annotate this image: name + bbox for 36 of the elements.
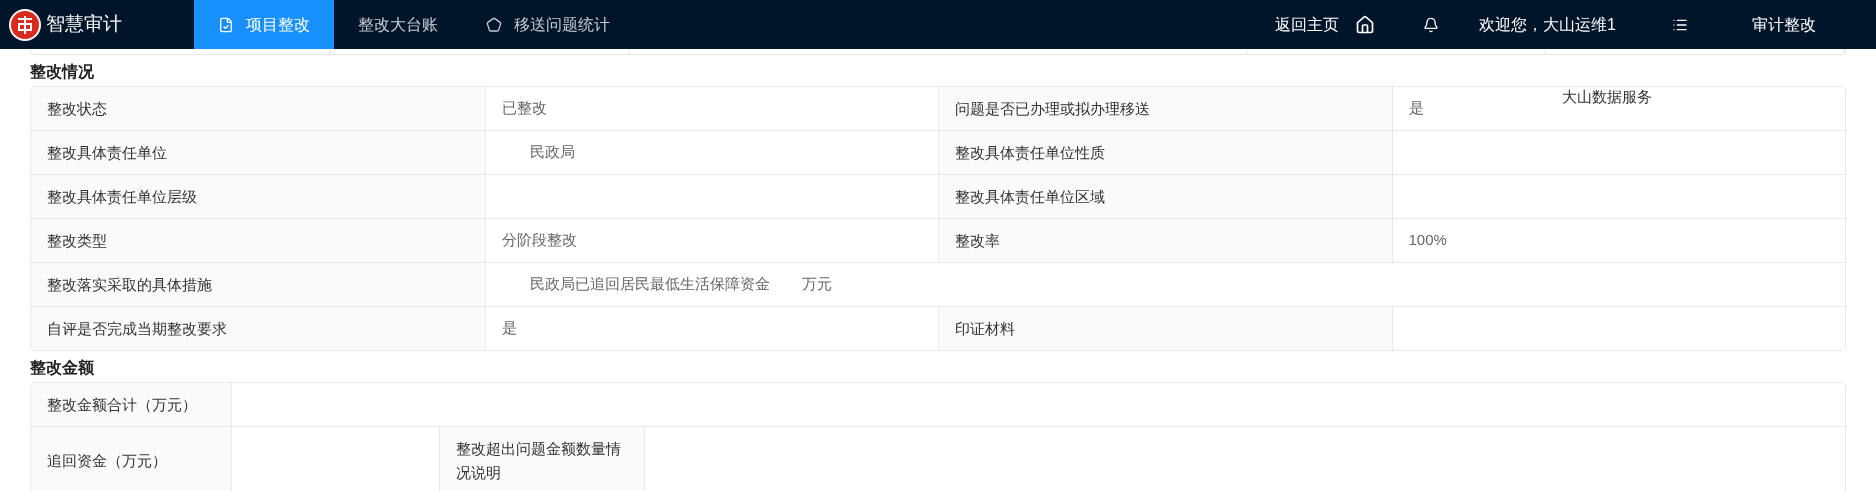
field-label: 整改状态 <box>47 98 107 119</box>
home-link[interactable]: 返回主页 <box>1275 12 1376 37</box>
field-label: 整改落实采取的具体措施 <box>47 274 212 295</box>
nav-tab[interactable]: 移送问题统计 <box>462 0 634 49</box>
brand-name: 智慧审计 <box>46 12 122 37</box>
field-label: 整改具体责任单位性质 <box>955 142 1105 163</box>
field-value: 民政局已追回居民最低生活保障资金 <box>529 274 770 295</box>
field-value: 100% <box>1408 230 1447 251</box>
section-title: 整改情况 <box>30 62 95 82</box>
field-value: 是 <box>501 318 517 339</box>
field-label: 印证材料 <box>955 318 1015 339</box>
user-greeting: 欢迎您，大山运维1 <box>1479 14 1616 35</box>
document-icon <box>218 16 234 33</box>
module-button[interactable]: 审计整改 <box>1752 12 1816 37</box>
field-label: 问题是否已办理或拟办理移送 <box>955 98 1150 119</box>
logo-icon <box>8 7 42 42</box>
home-icon <box>1355 14 1376 35</box>
pentagon-icon <box>486 16 502 33</box>
nav-tab[interactable]: 整改大台账 <box>334 0 462 49</box>
field-label: 整改具体责任单位层级 <box>47 186 197 207</box>
field-label: 整改类型 <box>47 230 107 251</box>
field-value: 已整改 <box>501 98 547 119</box>
field-label: 整改率 <box>955 230 1000 251</box>
field-label: 自评是否完成当期整改要求 <box>47 318 227 339</box>
field-label: 整改具体责任单位 <box>47 142 167 163</box>
section-title: 整改金额 <box>30 358 95 378</box>
field-label: 整改具体责任单位区域 <box>955 186 1105 207</box>
field-label: 整改超出问题金额数量情况说明 <box>456 439 622 483</box>
field-value: 民政局 <box>529 142 575 163</box>
bell-icon[interactable] <box>1423 16 1440 33</box>
field-value: 是 <box>1408 98 1424 119</box>
field-value: 万元 <box>801 274 832 295</box>
overlay-text: 大山数据服务 <box>1562 87 1652 107</box>
field-label: 追回资金（万元） <box>47 451 167 471</box>
field-value: 分阶段整改 <box>501 230 577 251</box>
field-label: 整改金额合计（万元） <box>47 394 197 415</box>
